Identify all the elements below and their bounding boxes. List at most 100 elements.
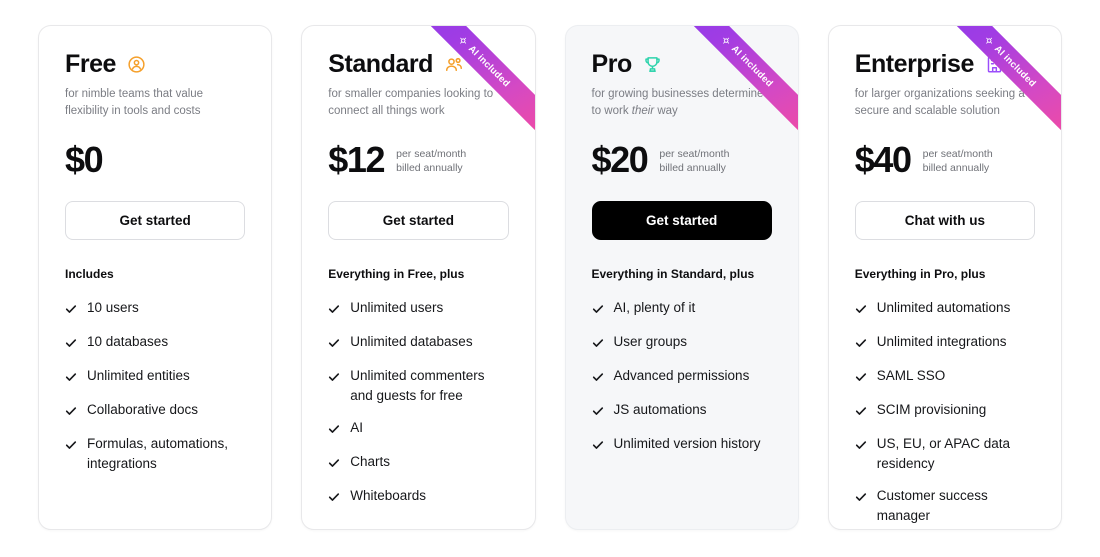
- price-meta-line1: per seat/month: [659, 147, 730, 160]
- check-icon: [65, 336, 77, 354]
- pricing-plans-grid: Free for nimble teams that value flexibi…: [0, 0, 1100, 557]
- features-title: Includes: [65, 267, 114, 281]
- check-icon: [328, 336, 340, 354]
- feature-list-enterprise: Unlimited automations Unlimited integrat…: [855, 298, 1035, 526]
- check-icon: [65, 438, 77, 456]
- price-meta-line2: billed annually: [659, 162, 726, 174]
- check-icon: [855, 490, 867, 508]
- check-icon: [855, 336, 867, 354]
- feature-label: 10 databases: [87, 334, 169, 349]
- list-item: Unlimited entities: [65, 366, 245, 388]
- check-icon: [328, 490, 340, 508]
- feature-label: Advanced permissions: [613, 368, 750, 383]
- feature-label: Unlimited automations: [876, 300, 1011, 315]
- price-meta-line2: billed annually: [396, 162, 463, 174]
- check-icon: [592, 302, 604, 320]
- check-icon: [592, 336, 604, 354]
- plan-header-standard: Standard: [328, 52, 508, 77]
- plan-tagline: for smaller companies looking to connect…: [328, 88, 494, 117]
- features-title: Everything in Pro, plus: [854, 267, 986, 281]
- people-group-icon: [444, 55, 464, 75]
- list-item: Unlimited users: [328, 298, 508, 320]
- check-icon: [328, 302, 340, 320]
- feature-label: AI, plenty of it: [613, 300, 696, 315]
- check-icon: [65, 302, 77, 320]
- list-item: 10 users: [65, 298, 245, 320]
- feature-label: Unlimited commenters and guests for free: [350, 368, 485, 403]
- feature-label: 10 users: [87, 300, 139, 315]
- check-icon: [328, 370, 340, 388]
- feature-label: Unlimited entities: [87, 368, 190, 383]
- list-item: Advanced permissions: [592, 366, 772, 388]
- plan-card-enterprise: AI included Enterprise for larger organi…: [827, 25, 1062, 530]
- tagline-emphasis: their: [631, 104, 655, 117]
- price-row-enterprise: $40 per seat/month billed annually: [855, 140, 1035, 180]
- list-item: Formulas, automations, integrations: [65, 434, 245, 474]
- feature-list-pro: AI, plenty of it User groups Advanced pe…: [592, 298, 772, 456]
- sparkle-icon: [722, 37, 729, 44]
- person-circle-icon: [127, 55, 146, 74]
- price-row-pro: $20 per seat/month billed annually: [592, 140, 772, 180]
- plan-tagline: for nimble teams that value flexibility …: [65, 88, 204, 117]
- list-item: Whiteboards: [328, 486, 508, 508]
- tagline-post: way: [654, 104, 678, 117]
- price-meta-line2: billed annually: [922, 162, 990, 174]
- check-icon: [328, 422, 340, 440]
- price-meta-line1: per seat/month: [396, 147, 467, 160]
- plan-name: Standard: [328, 50, 433, 78]
- list-item: Unlimited commenters and guests for free: [328, 366, 508, 406]
- chat-with-us-button[interactable]: Chat with us: [854, 201, 1035, 240]
- plan-tagline: for growing businesses determined to wor…: [592, 86, 772, 120]
- price-meta: per seat/month billed annually: [923, 145, 993, 175]
- features-title: Everything in Standard, plus: [591, 267, 755, 281]
- get-started-button-free[interactable]: Get started: [65, 201, 246, 240]
- feature-label: Whiteboards: [350, 487, 427, 503]
- feature-label: Customer success manager: [876, 487, 988, 523]
- plan-card-standard: AI included Standard for smaller compani…: [301, 25, 536, 530]
- feature-label: Collaborative docs: [87, 402, 199, 417]
- plan-header-pro: Pro: [592, 52, 772, 77]
- price-amount: $0: [65, 139, 104, 180]
- list-item: US, EU, or APAC data residency: [855, 434, 1035, 474]
- get-started-button-pro[interactable]: Get started: [591, 201, 772, 240]
- check-icon: [328, 456, 340, 474]
- feature-label: Formulas, automations, integrations: [87, 436, 229, 471]
- list-item: Customer success manager: [855, 486, 1035, 526]
- price-meta: per seat/month billed annually: [396, 145, 466, 175]
- feature-label: AI: [350, 419, 364, 435]
- building-icon: [985, 55, 1004, 74]
- price-amount: $12: [328, 139, 385, 180]
- get-started-button-standard[interactable]: Get started: [328, 201, 509, 240]
- list-item: Unlimited version history: [592, 434, 772, 456]
- feature-label: US, EU, or APAC data residency: [876, 436, 1011, 471]
- list-item: JS automations: [592, 400, 772, 422]
- features-title: Everything in Free, plus: [328, 267, 465, 281]
- check-icon: [65, 370, 77, 388]
- check-icon: [592, 370, 604, 388]
- list-item: AI, plenty of it: [592, 298, 772, 320]
- check-icon: [855, 302, 867, 320]
- feature-label: SAML SSO: [876, 368, 946, 383]
- check-icon: [855, 438, 867, 456]
- check-icon: [855, 370, 867, 388]
- feature-label: Unlimited version history: [613, 436, 761, 451]
- list-item: SCIM provisioning: [855, 400, 1035, 422]
- list-item: Unlimited databases: [328, 332, 508, 354]
- list-item: User groups: [592, 332, 772, 354]
- price-amount: $40: [854, 139, 912, 180]
- plan-header-free: Free: [65, 52, 245, 77]
- check-icon: [592, 404, 604, 422]
- trophy-icon: [643, 55, 662, 74]
- list-item: Collaborative docs: [65, 400, 245, 422]
- price-meta-line1: per seat/month: [922, 147, 993, 160]
- plan-card-free: Free for nimble teams that value flexibi…: [38, 25, 273, 530]
- price-meta: per seat/month billed annually: [659, 145, 729, 175]
- check-icon: [855, 404, 867, 422]
- price-amount: $20: [591, 139, 649, 180]
- sparkle-icon: [459, 37, 466, 44]
- check-icon: [65, 404, 77, 422]
- feature-label: JS automations: [613, 402, 707, 417]
- tagline-pre: for growing businesses determined to wor…: [591, 88, 770, 117]
- sparkle-icon: [986, 37, 993, 44]
- plan-name: Pro: [591, 50, 633, 78]
